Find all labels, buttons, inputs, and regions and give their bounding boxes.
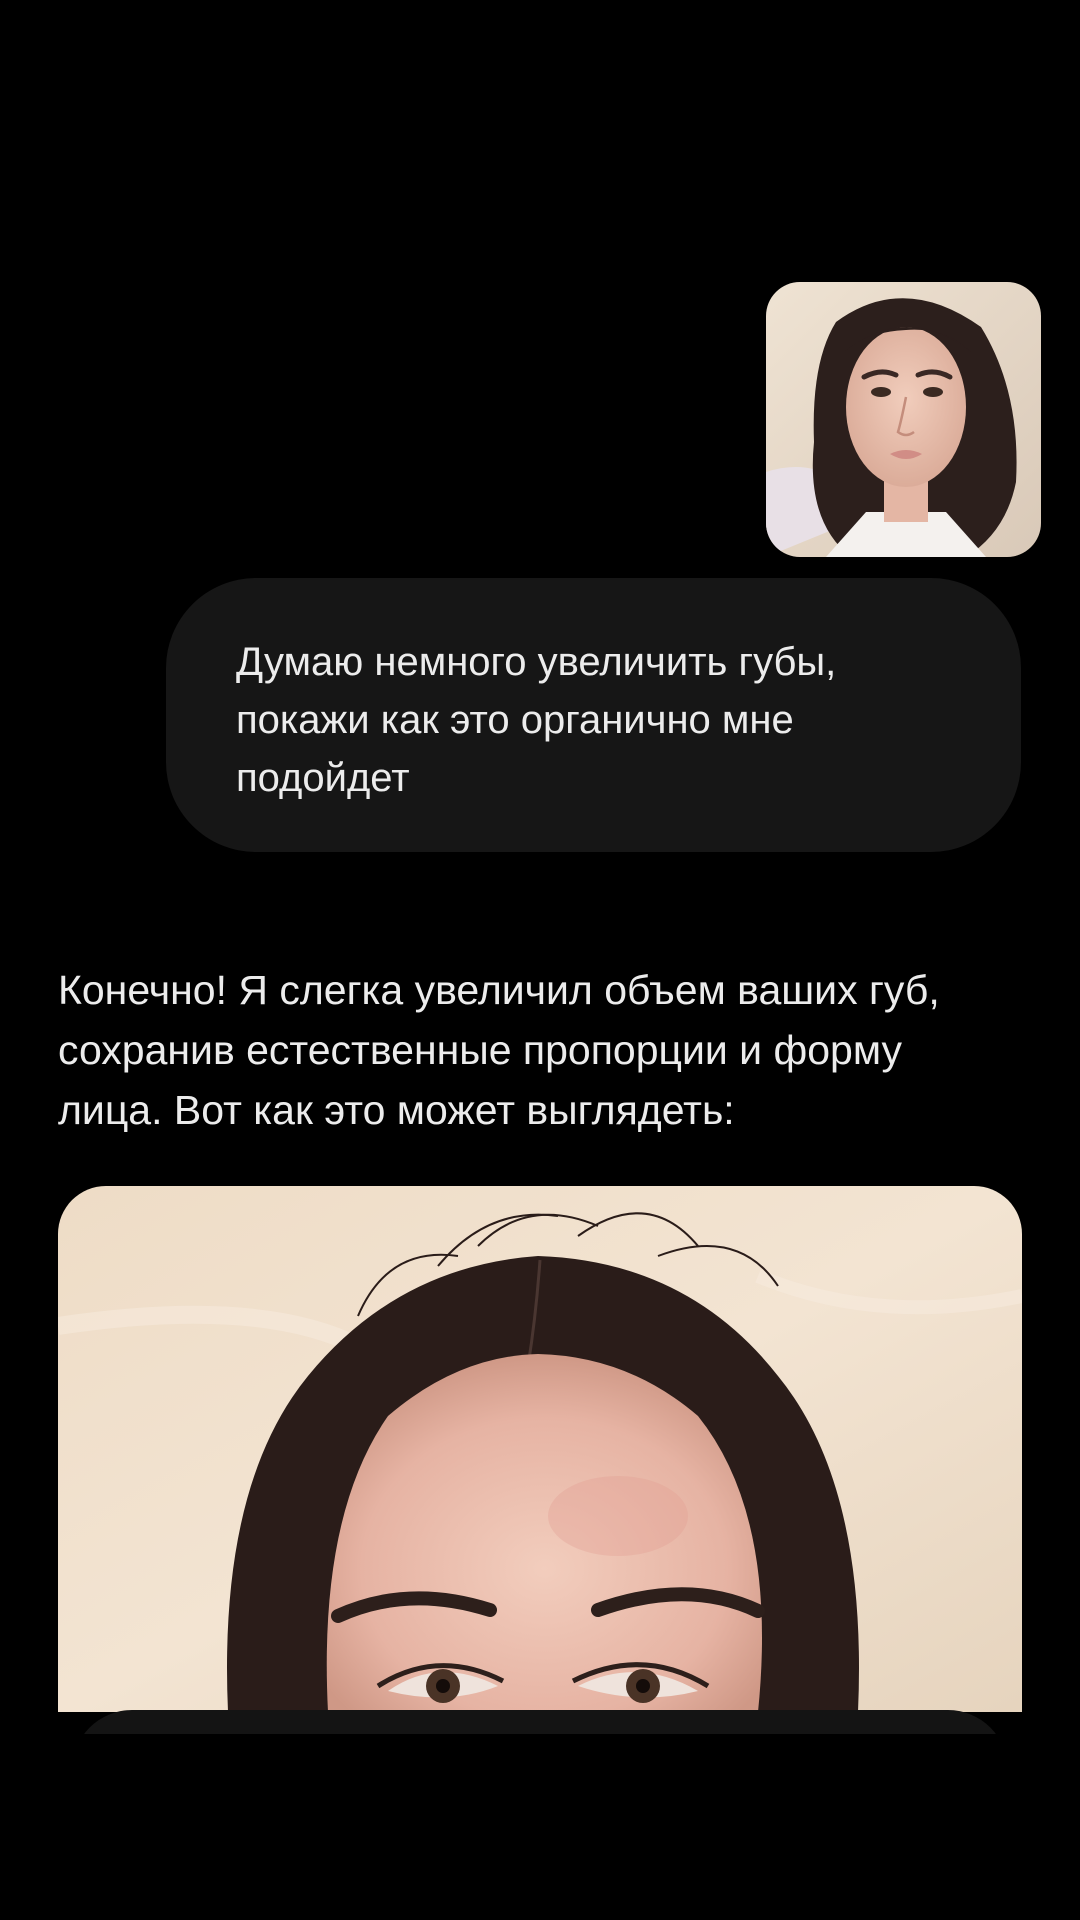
assistant-message-text: Конечно! Я слегка увеличил объем ваших г… bbox=[58, 967, 940, 1133]
user-message-text: Думаю немного увеличить губы, покажи как… bbox=[236, 640, 837, 800]
user-attached-photo[interactable] bbox=[766, 282, 1041, 557]
portrait-thumbnail-icon bbox=[766, 282, 1041, 557]
chat-thread: Думаю немного увеличить губы, покажи как… bbox=[0, 0, 1080, 1920]
bottom-area bbox=[0, 1734, 1080, 1920]
generated-portrait-icon bbox=[58, 1186, 1022, 1712]
generated-image[interactable] bbox=[58, 1186, 1022, 1712]
user-message-bubble[interactable]: Думаю немного увеличить губы, покажи как… bbox=[166, 578, 1021, 852]
